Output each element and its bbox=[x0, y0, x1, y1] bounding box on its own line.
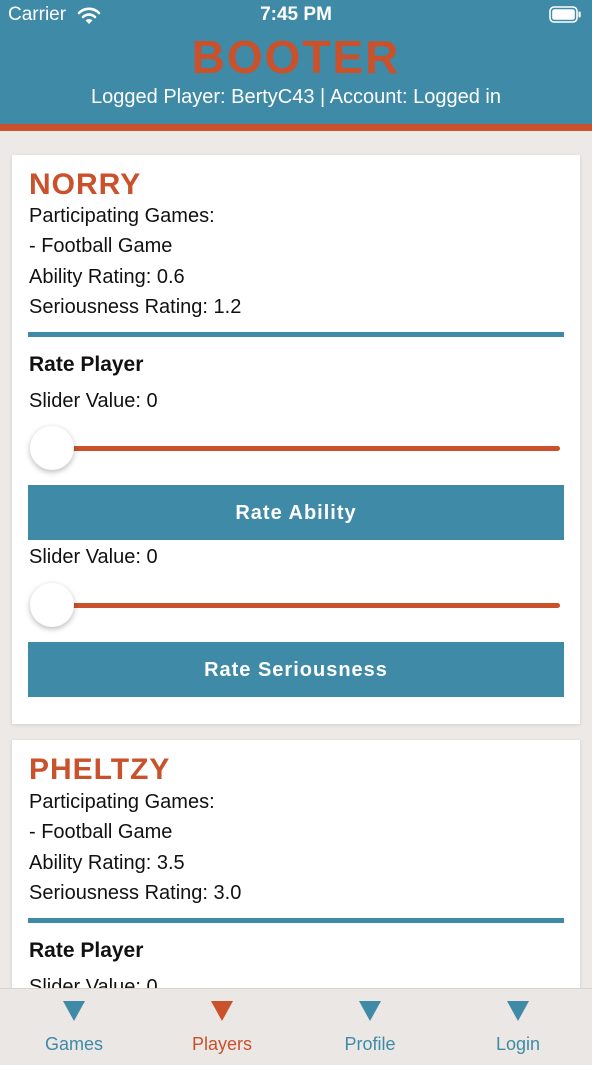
seriousness-rating: Seriousness Rating: 3.0 bbox=[29, 882, 242, 904]
player-card: NORRY Participating Games: - Football Ga… bbox=[12, 155, 580, 724]
tab-games[interactable]: Games bbox=[0, 989, 148, 1065]
game-list-item: - Football Game bbox=[29, 235, 173, 257]
slider-thumb[interactable] bbox=[30, 583, 74, 627]
app-title: BOOTER bbox=[191, 31, 401, 83]
player-card: PHELTZY Participating Games: - Football … bbox=[12, 740, 580, 1000]
status-time: 7:45 PM bbox=[260, 4, 332, 25]
tab-label: Login bbox=[495, 1034, 541, 1054]
app-header: Carrier 7:45 PM BOOTER Logged Player: Be… bbox=[0, 0, 592, 124]
participating-games-label: Participating Games: bbox=[29, 791, 215, 813]
player-name: PHELTZY bbox=[29, 753, 171, 786]
game-list-item: - Football Game bbox=[29, 821, 173, 843]
rate-player-heading: Rate Player bbox=[29, 353, 144, 376]
seriousness-slider-value: Slider Value: 0 bbox=[29, 546, 158, 568]
ability-rating: Ability Rating: 0.6 bbox=[29, 266, 185, 288]
tab-label: Profile bbox=[344, 1034, 396, 1054]
login-status: Logged Player: BertyC43 | Account: Logge… bbox=[91, 86, 501, 108]
tab-bar: Games Players Profile Login bbox=[0, 988, 592, 1065]
triangle-down-icon bbox=[211, 1001, 233, 1021]
participating-games-label: Participating Games: bbox=[29, 205, 215, 227]
ability-slider[interactable] bbox=[28, 423, 564, 473]
slider-track bbox=[46, 446, 560, 451]
tab-login[interactable]: Login bbox=[444, 989, 592, 1065]
rate-player-heading: Rate Player bbox=[29, 939, 144, 962]
seriousness-rating: Seriousness Rating: 1.2 bbox=[29, 296, 242, 318]
triangle-down-icon bbox=[507, 1001, 529, 1021]
player-name: NORRY bbox=[29, 168, 142, 201]
triangle-down-icon bbox=[63, 1001, 85, 1021]
battery-icon bbox=[549, 6, 581, 23]
ability-rating: Ability Rating: 3.5 bbox=[29, 852, 185, 874]
header-divider bbox=[0, 124, 592, 131]
seriousness-slider[interactable] bbox=[28, 580, 564, 630]
card-divider bbox=[28, 918, 564, 923]
rate-seriousness-button[interactable]: Rate Seriousness bbox=[28, 642, 564, 697]
tab-label: Games bbox=[44, 1034, 104, 1054]
slider-track bbox=[46, 603, 560, 608]
tab-label: Players bbox=[191, 1034, 253, 1054]
status-bar: Carrier 7:45 PM bbox=[0, 0, 592, 32]
tab-profile[interactable]: Profile bbox=[296, 989, 444, 1065]
ability-slider-value: Slider Value: 0 bbox=[29, 390, 158, 412]
card-divider bbox=[28, 332, 564, 337]
slider-thumb[interactable] bbox=[30, 426, 74, 470]
triangle-down-icon bbox=[359, 1001, 381, 1021]
rate-ability-button[interactable]: Rate Ability bbox=[28, 485, 564, 540]
tab-players[interactable]: Players bbox=[148, 989, 296, 1065]
